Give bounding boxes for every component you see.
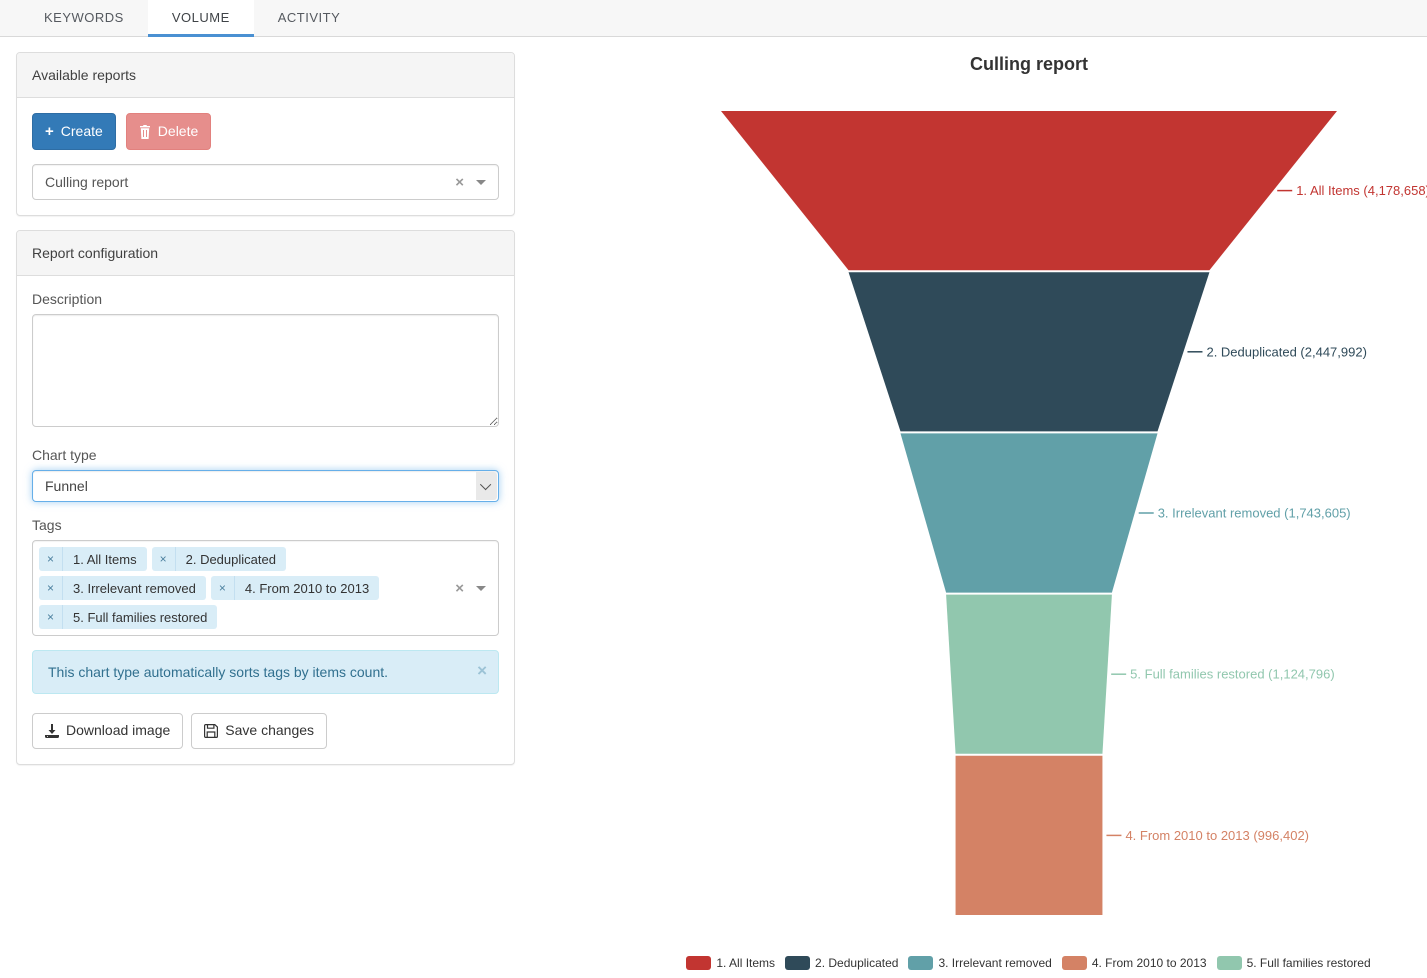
report-select[interactable]: Culling report × [32, 164, 499, 200]
select-dropdown-button[interactable] [476, 472, 497, 500]
tag-chip-label: 1. All Items [63, 547, 147, 571]
create-button[interactable]: + Create [32, 113, 116, 150]
legend-item[interactable]: 4. From 2010 to 2013 [1062, 956, 1207, 970]
available-reports-panel: Available reports + Create Delete Cullin… [16, 52, 515, 216]
clear-tags-icon[interactable]: × [455, 581, 464, 596]
legend-label: 3. Irrelevant removed [938, 956, 1051, 970]
funnel-segment[interactable] [946, 595, 1112, 754]
remove-tag-icon[interactable]: × [39, 576, 63, 600]
legend-item[interactable]: 2. Deduplicated [785, 956, 898, 970]
tab-activity[interactable]: ACTIVITY [254, 0, 365, 37]
legend-swatch [686, 956, 711, 970]
tags-label: Tags [32, 517, 499, 533]
delete-button-label: Delete [158, 122, 198, 142]
save-changes-button[interactable]: Save changes [191, 713, 327, 749]
remove-tag-icon[interactable]: × [152, 547, 176, 571]
remove-tag-icon[interactable]: × [39, 547, 63, 571]
report-configuration-title: Report configuration [17, 231, 514, 276]
plus-icon: + [45, 121, 54, 142]
info-alert-text: This chart type automatically sorts tags… [48, 664, 388, 680]
tab-keywords[interactable]: KEYWORDS [20, 0, 148, 37]
chart-type-select[interactable]: Funnel [32, 470, 499, 502]
description-label: Description [32, 291, 499, 307]
funnel-segment[interactable] [849, 272, 1210, 431]
legend-swatch [1062, 956, 1087, 970]
tag-chip-label: 2. Deduplicated [176, 547, 286, 571]
segment-label: 1. All Items (4,178,658) [1296, 183, 1427, 198]
funnel-segment[interactable] [900, 433, 1157, 592]
report-configuration-body: Description Chart type Funnel Tags ×1. A… [17, 276, 514, 764]
remove-tag-icon[interactable]: × [211, 576, 235, 600]
legend-label: 1. All Items [716, 956, 775, 970]
info-alert: This chart type automatically sorts tags… [32, 650, 499, 694]
clear-report-icon[interactable]: × [455, 175, 464, 190]
legend-label: 5. Full families restored [1247, 956, 1371, 970]
caret-down-icon[interactable] [476, 180, 486, 185]
legend-swatch [785, 956, 810, 970]
top-tab-bar: KEYWORDS VOLUME ACTIVITY [0, 0, 1427, 37]
create-button-label: Create [61, 122, 103, 142]
legend-swatch [1217, 956, 1242, 970]
save-icon [204, 724, 218, 738]
funnel-segment[interactable] [721, 111, 1337, 270]
segment-label: 3. Irrelevant removed (1,743,605) [1158, 506, 1351, 521]
trash-icon [139, 125, 151, 139]
caret-down-icon[interactable] [476, 586, 486, 591]
alert-close-icon[interactable]: × [477, 662, 487, 679]
tags-multiselect[interactable]: ×1. All Items×2. Deduplicated×3. Irrelev… [32, 540, 499, 636]
tag-chip: ×4. From 2010 to 2013 [211, 576, 379, 600]
available-reports-body: + Create Delete Culling report × [17, 98, 514, 215]
tag-chip-label: 3. Irrelevant removed [63, 576, 206, 600]
segment-label: 4. From 2010 to 2013 (996,402) [1125, 828, 1309, 843]
tag-chip: ×3. Irrelevant removed [39, 576, 206, 600]
report-configuration-panel: Report configuration Description Chart t… [16, 230, 515, 765]
download-image-button[interactable]: Download image [32, 713, 183, 749]
delete-button[interactable]: Delete [126, 113, 211, 150]
legend-label: 4. From 2010 to 2013 [1092, 956, 1207, 970]
legend-swatch [908, 956, 933, 970]
tag-chip: ×1. All Items [39, 547, 147, 571]
report-select-value: Culling report [45, 174, 128, 190]
tag-chip: ×2. Deduplicated [152, 547, 286, 571]
save-changes-label: Save changes [225, 721, 314, 741]
chart-legend: 1. All Items 2. Deduplicated 3. Irrelevant… [630, 952, 1427, 974]
legend-label: 2. Deduplicated [815, 956, 898, 970]
tag-chip: ×5. Full families restored [39, 605, 217, 629]
funnel-chart: Culling report 1. All Items (4,178,658) 2.… [630, 40, 1427, 940]
funnel-segment[interactable] [956, 756, 1103, 915]
tag-chip-label: 4. From 2010 to 2013 [235, 576, 379, 600]
description-field[interactable] [32, 314, 499, 427]
download-image-label: Download image [66, 721, 170, 741]
segment-label: 5. Full families restored (1,124,796) [1130, 667, 1334, 682]
tab-volume[interactable]: VOLUME [148, 0, 254, 37]
chart-type-value: Funnel [45, 478, 88, 494]
tag-chip-label: 5. Full families restored [63, 605, 217, 629]
segment-label: 2. Deduplicated (2,447,992) [1206, 344, 1366, 359]
legend-item[interactable]: 3. Irrelevant removed [908, 956, 1051, 970]
chart-title: Culling report [970, 54, 1088, 74]
remove-tag-icon[interactable]: × [39, 605, 63, 629]
available-reports-title: Available reports [17, 53, 514, 98]
legend-item[interactable]: 1. All Items [686, 956, 775, 970]
chevron-down-icon [479, 479, 490, 490]
chart-type-label: Chart type [32, 447, 499, 463]
legend-item[interactable]: 5. Full families restored [1217, 956, 1371, 970]
download-icon [45, 724, 59, 738]
